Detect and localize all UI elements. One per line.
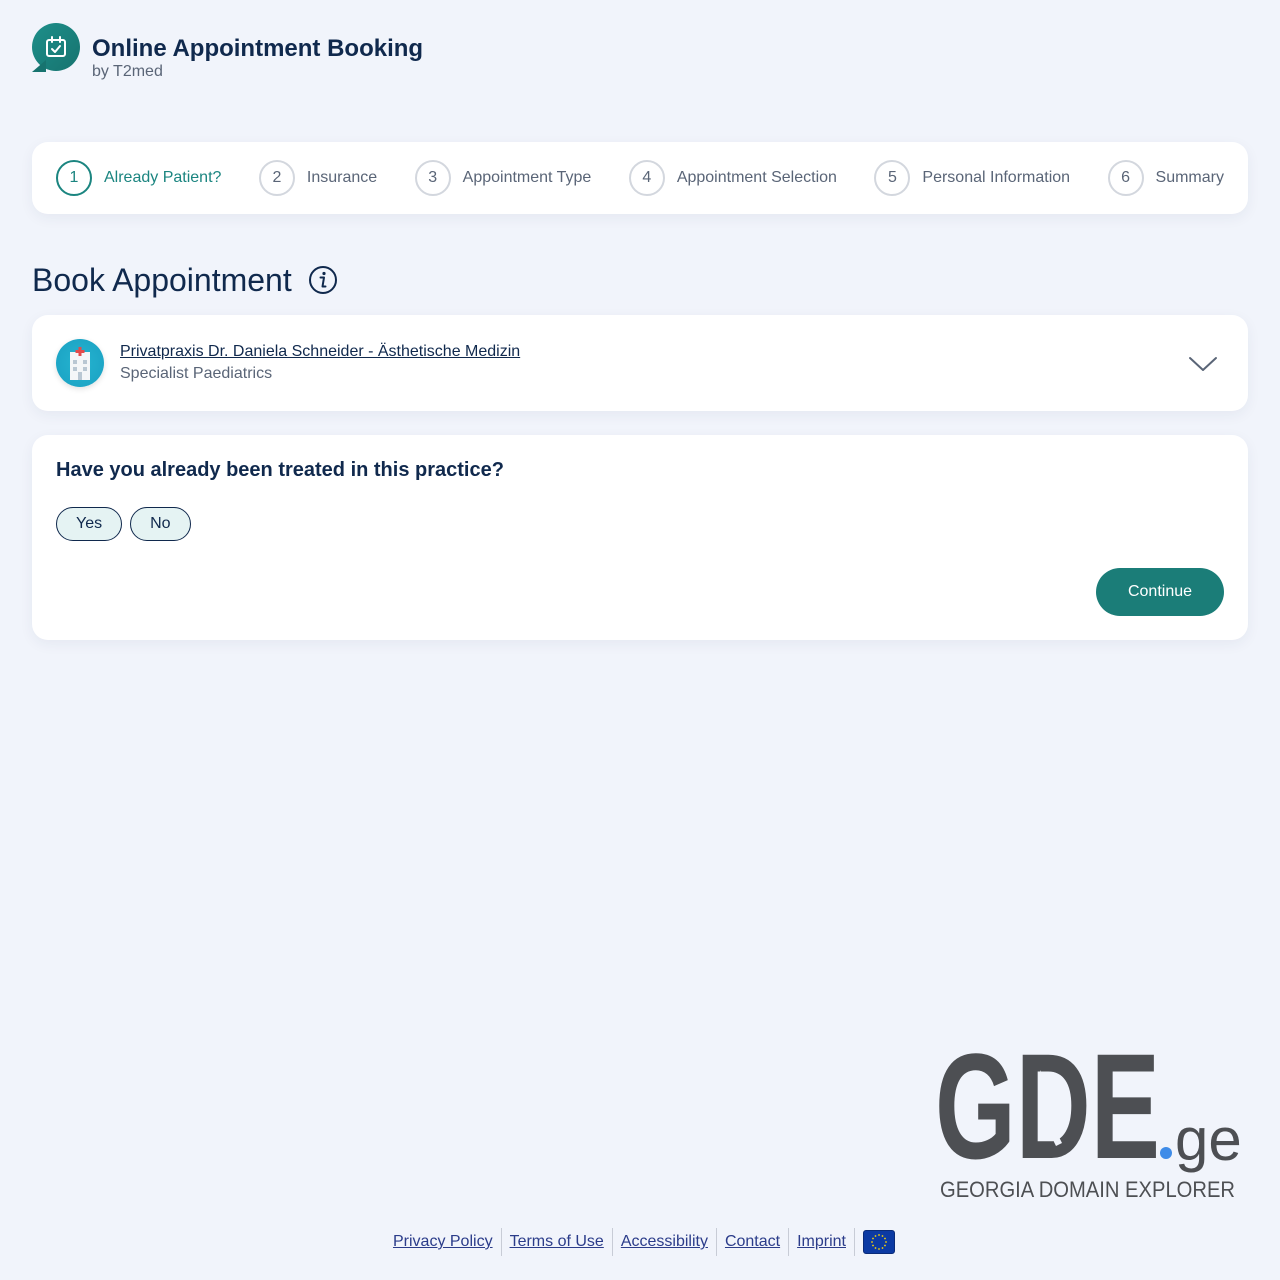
step-number: 3: [414, 160, 451, 196]
practice-specialty: Specialist Paediatrics: [120, 365, 273, 382]
info-icon[interactable]: [308, 265, 338, 295]
accessibility-link[interactable]: Accessibility: [613, 1228, 717, 1256]
footer: Privacy Policy Terms of Use Accessibilit…: [0, 1228, 1280, 1256]
step-appointment-selection[interactable]: 4 Appointment Selection: [628, 160, 837, 196]
privacy-policy-link[interactable]: Privacy Policy: [385, 1228, 502, 1256]
step-insurance[interactable]: 2 Insurance: [258, 160, 378, 196]
step-label: Already Patient?: [104, 169, 222, 186]
step-summary[interactable]: 6 Summary: [1107, 160, 1224, 196]
eu-flag-icon: [863, 1230, 895, 1254]
practice-card: Privatpraxis Dr. Daniela Schneider - Äst…: [32, 315, 1248, 411]
step-number: 2: [258, 160, 295, 196]
step-label: Insurance: [306, 169, 378, 186]
step-personal-information[interactable]: 5 Personal Information: [874, 160, 1070, 196]
step-appointment-type[interactable]: 3 Appointment Type: [414, 160, 592, 196]
step-label: Personal Information: [922, 169, 1071, 186]
yes-button[interactable]: Yes: [56, 507, 123, 541]
svg-text:ge: ge: [1175, 1106, 1242, 1173]
chevron-down-icon[interactable]: [1188, 355, 1218, 373]
practice-name-link[interactable]: Privatpraxis Dr. Daniela Schneider - Äst…: [120, 341, 520, 363]
no-button[interactable]: No: [130, 507, 191, 541]
contact-link[interactable]: Contact: [717, 1228, 790, 1256]
calendar-check-icon: [32, 23, 80, 71]
app-title: Online Appointment Booking: [92, 35, 424, 62]
page-title-row: Book Appointment: [32, 262, 338, 298]
answer-options: Yes No: [56, 507, 1224, 541]
step-already-patient[interactable]: 1 Already Patient?: [56, 160, 221, 196]
svg-text:GEORGIA DOMAIN EXPLORER: GEORGIA DOMAIN EXPLORER: [940, 1177, 1235, 1202]
step-number: 6: [1107, 160, 1144, 196]
step-number: 5: [874, 160, 911, 196]
step-label: Appointment Type: [462, 169, 592, 186]
question-card: Have you already been treated in this pr…: [32, 435, 1248, 640]
gde-watermark-logo: GDE ge GEORGIA DOMAIN EXPLORER: [935, 1022, 1245, 1205]
continue-button[interactable]: Continue: [1096, 568, 1224, 616]
booking-stepper: 1 Already Patient? 2 Insurance 3 Appoint…: [32, 142, 1248, 214]
imprint-link[interactable]: Imprint: [789, 1228, 855, 1256]
step-label: Appointment Selection: [676, 169, 837, 186]
step-number: 1: [56, 160, 92, 196]
hospital-icon: [56, 339, 104, 387]
app-header: Online Appointment Booking by T2med: [32, 23, 423, 81]
app-subtitle: by T2med: [92, 63, 163, 80]
question-text: Have you already been treated in this pr…: [56, 459, 504, 481]
terms-of-use-link[interactable]: Terms of Use: [502, 1228, 613, 1256]
page-title: Book Appointment: [32, 262, 292, 298]
step-number: 4: [628, 160, 665, 196]
step-label: Summary: [1155, 169, 1224, 186]
